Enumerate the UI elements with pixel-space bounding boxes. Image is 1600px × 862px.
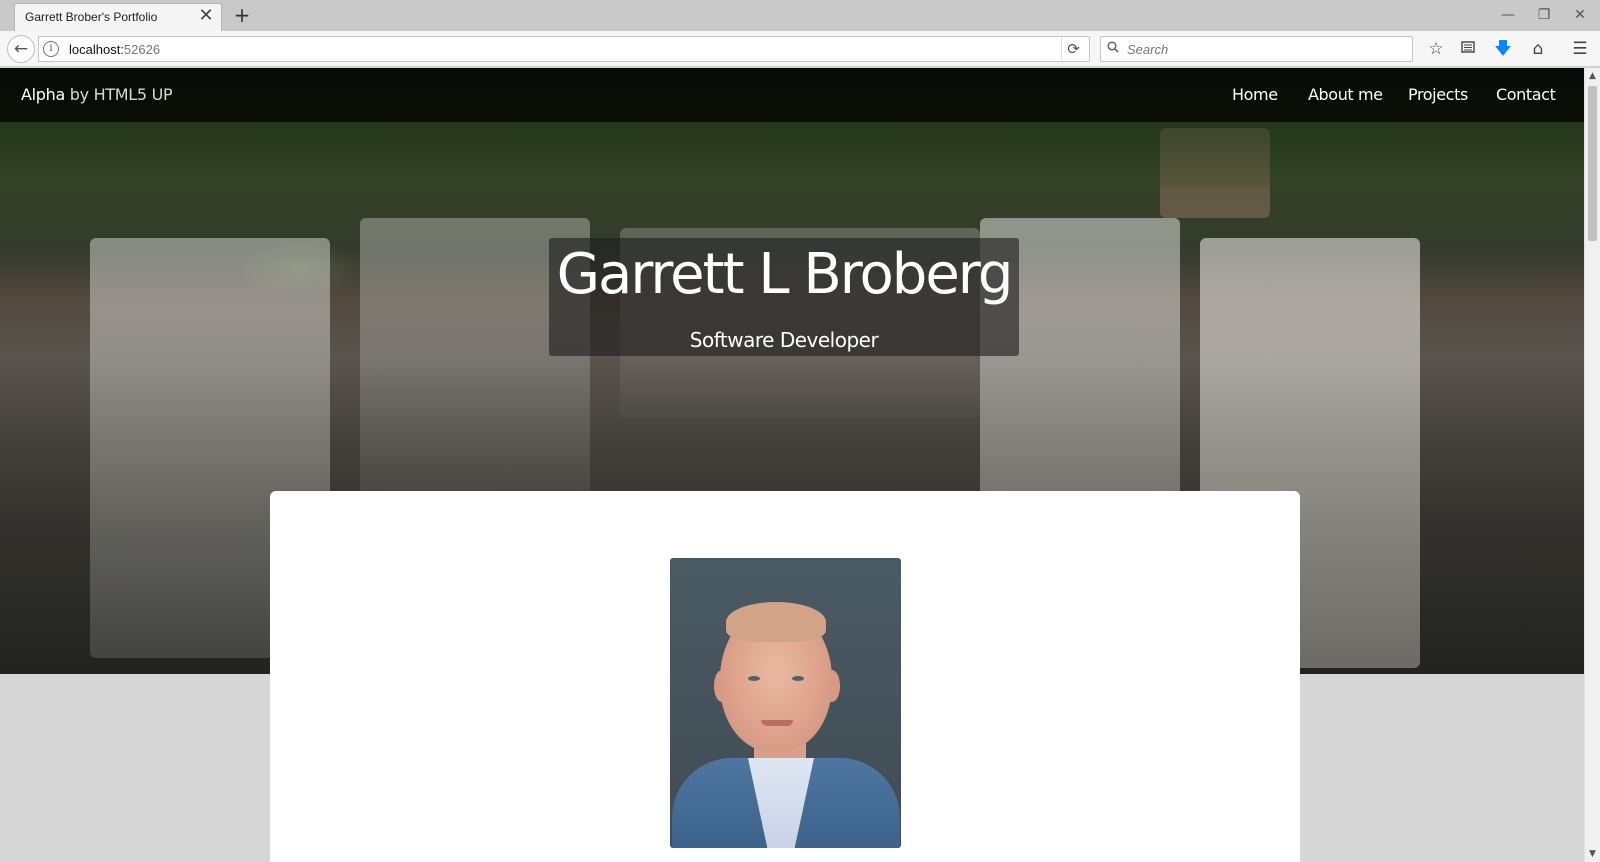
scroll-down-icon[interactable]: ▼ <box>1585 846 1600 862</box>
site-info-icon[interactable]: i <box>43 41 59 57</box>
nav-projects[interactable]: Projects <box>1408 85 1468 104</box>
back-button[interactable]: ← <box>7 35 35 63</box>
restore-window-button[interactable]: ❐ <box>1530 4 1558 26</box>
scrollbar-thumb[interactable] <box>1588 86 1597 241</box>
browser-tab-strip: Garrett Brober's Portfolio ✕ + — ❐ ✕ <box>0 0 1600 31</box>
profile-photo <box>670 558 901 848</box>
search-input[interactable] <box>1127 38 1407 60</box>
tab-title: Garrett Brober's Portfolio <box>25 10 158 24</box>
home-icon[interactable]: ⌂ <box>1526 38 1550 60</box>
minimize-window-button[interactable]: — <box>1494 4 1522 26</box>
page-viewport: Garrett L Broberg Software Developer Alp… <box>0 68 1584 862</box>
search-icon <box>1107 41 1119 57</box>
hero-title-box: Garrett L Broberg Software Developer <box>549 238 1019 356</box>
menu-icon[interactable]: ☰ <box>1568 38 1592 60</box>
url-bar[interactable]: i localhost:52626 ⟳ <box>38 36 1090 62</box>
close-window-button[interactable]: ✕ <box>1566 4 1594 26</box>
nav-contact[interactable]: Contact <box>1496 85 1556 104</box>
content-card <box>270 491 1300 862</box>
url-text: localhost:52626 <box>69 42 161 57</box>
page-title: Garrett L Broberg <box>556 242 1014 307</box>
site-brand[interactable]: Alpha by HTML5 UP <box>21 85 173 104</box>
browser-toolbar: ← i localhost:52626 ⟳ ☆ 🡇 ⌂ ☰ <box>0 31 1600 67</box>
new-tab-button[interactable]: + <box>232 5 252 25</box>
star-icon[interactable]: ☆ <box>1424 38 1448 60</box>
scroll-up-icon[interactable]: ▲ <box>1585 68 1600 84</box>
close-tab-icon[interactable]: ✕ <box>197 7 215 25</box>
search-bar[interactable] <box>1100 36 1413 62</box>
nav-home[interactable]: Home <box>1232 85 1278 104</box>
site-header: Alpha by HTML5 UP Home About me Projects… <box>0 68 1584 122</box>
page-scrollbar[interactable]: ▲ ▼ <box>1584 68 1600 862</box>
nav-about-me[interactable]: About me <box>1308 85 1383 104</box>
reader-icon[interactable] <box>1456 38 1480 60</box>
back-arrow-icon: ← <box>13 39 29 59</box>
page-subtitle: Software Developer <box>689 328 879 352</box>
browser-tab[interactable]: Garrett Brober's Portfolio ✕ <box>14 3 222 31</box>
download-icon[interactable]: 🡇 <box>1491 38 1515 60</box>
reload-icon[interactable]: ⟳ <box>1061 38 1085 60</box>
